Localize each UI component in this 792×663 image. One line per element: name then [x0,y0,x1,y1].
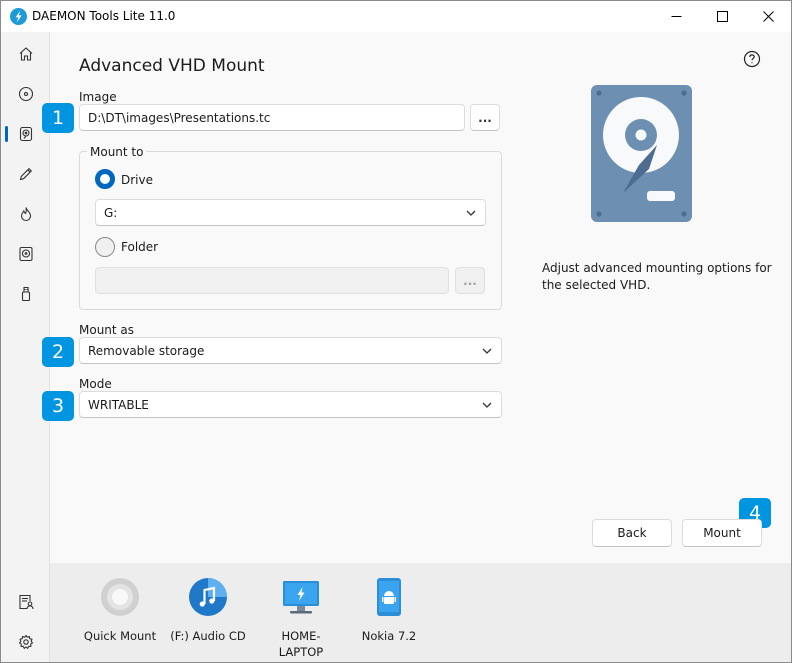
license-user-icon [18,594,34,610]
mount-as-value: Removable storage [88,343,205,358]
image-label: Image [79,90,117,104]
daemon-logo-icon [10,8,27,25]
description-text: Adjust advanced mounting options for the… [542,261,772,292]
mount-button[interactable]: Mount [682,519,762,547]
maximize-icon [716,11,728,22]
help-button[interactable] [743,50,761,68]
device-label: (F:) Audio CD [170,629,246,643]
mode-label: Mode [79,377,112,391]
back-button[interactable]: Back [592,519,672,547]
folder-path-field[interactable] [95,267,449,294]
device-bar: Quick Mount (F:) Audio CD HOME-LAPTOP No… [50,563,791,662]
help-icon [743,50,761,68]
device-nokia[interactable]: Nokia 7.2 [349,563,429,662]
quick-mount-icon [101,578,139,616]
pencil-icon [19,167,32,181]
home-icon [19,47,32,61]
laptop-icon [283,581,319,614]
window-title: DAEMON Tools Lite 11.0 [32,9,176,23]
hdd-mount-icon [19,126,32,142]
chevron-down-icon [482,402,492,408]
minimize-icon [671,16,681,17]
disc-icon [18,86,33,102]
sidebar-item-settings[interactable] [1,626,50,658]
chevron-down-icon [482,348,492,354]
sidebar-item-home[interactable] [1,38,50,70]
device-audio-cd[interactable]: (F:) Audio CD [168,563,248,662]
audio-cd-icon [189,578,227,616]
main-panel: Advanced VHD Mount Image D:\DT\images\Pr… [42,32,791,563]
mount-as-label: Mount as [79,323,135,337]
drive-select-value: G: [104,205,118,220]
folder-radio-label: Folder [121,240,159,254]
usb-icon [21,286,30,302]
step-badge-2: 2 [42,337,74,367]
device-label: Quick Mount [83,629,157,643]
folder-browse-button[interactable]: ... [455,267,485,294]
mode-value: WRITABLE [88,397,149,412]
close-icon [762,11,774,22]
sidebar-item-burn[interactable] [1,198,50,230]
device-quick-mount[interactable]: Quick Mount [80,563,160,662]
virtual-disk-icon [18,246,33,262]
maximize-button[interactable] [699,1,745,32]
gear-icon [18,634,33,650]
drive-select[interactable]: G: [95,199,486,226]
drive-radio[interactable] [95,169,115,189]
folder-radio[interactable] [95,237,115,257]
mount-as-select[interactable]: Removable storage [79,337,502,364]
android-phone-icon [377,578,401,616]
sidebar-item-usb[interactable] [1,278,50,310]
device-label: HOME-LAPTOP [278,629,324,659]
sidebar-item-editor[interactable] [1,158,50,190]
sidebar-item-license[interactable] [1,586,50,618]
device-home-laptop[interactable]: HOME-LAPTOP [261,563,341,662]
hard-drive-icon [591,85,692,222]
page-title: Advanced VHD Mount [79,56,265,76]
drive-radio-label: Drive [121,173,153,187]
step-badge-3: 3 [42,391,74,421]
mode-select[interactable]: WRITABLE [79,391,502,418]
image-browse-button[interactable]: ... [470,104,500,131]
app-window: DAEMON Tools Lite 11.0 Advanced VHD Moun… [0,0,792,663]
device-label: Nokia 7.2 [361,629,417,643]
minimize-button[interactable] [653,1,699,32]
sidebar-item-virtual-hdd[interactable] [1,238,50,270]
step-badge-1: 1 [42,103,74,133]
close-button[interactable] [745,1,791,32]
mount-to-caption: Mount to [87,145,147,159]
flame-icon [20,207,31,222]
image-path-value: D:\DT\images\Presentations.tc [88,110,271,125]
image-path-field[interactable]: D:\DT\images\Presentations.tc [79,104,465,131]
chevron-down-icon [466,210,476,216]
title-bar[interactable]: DAEMON Tools Lite 11.0 [1,1,791,32]
active-indicator [5,126,8,142]
